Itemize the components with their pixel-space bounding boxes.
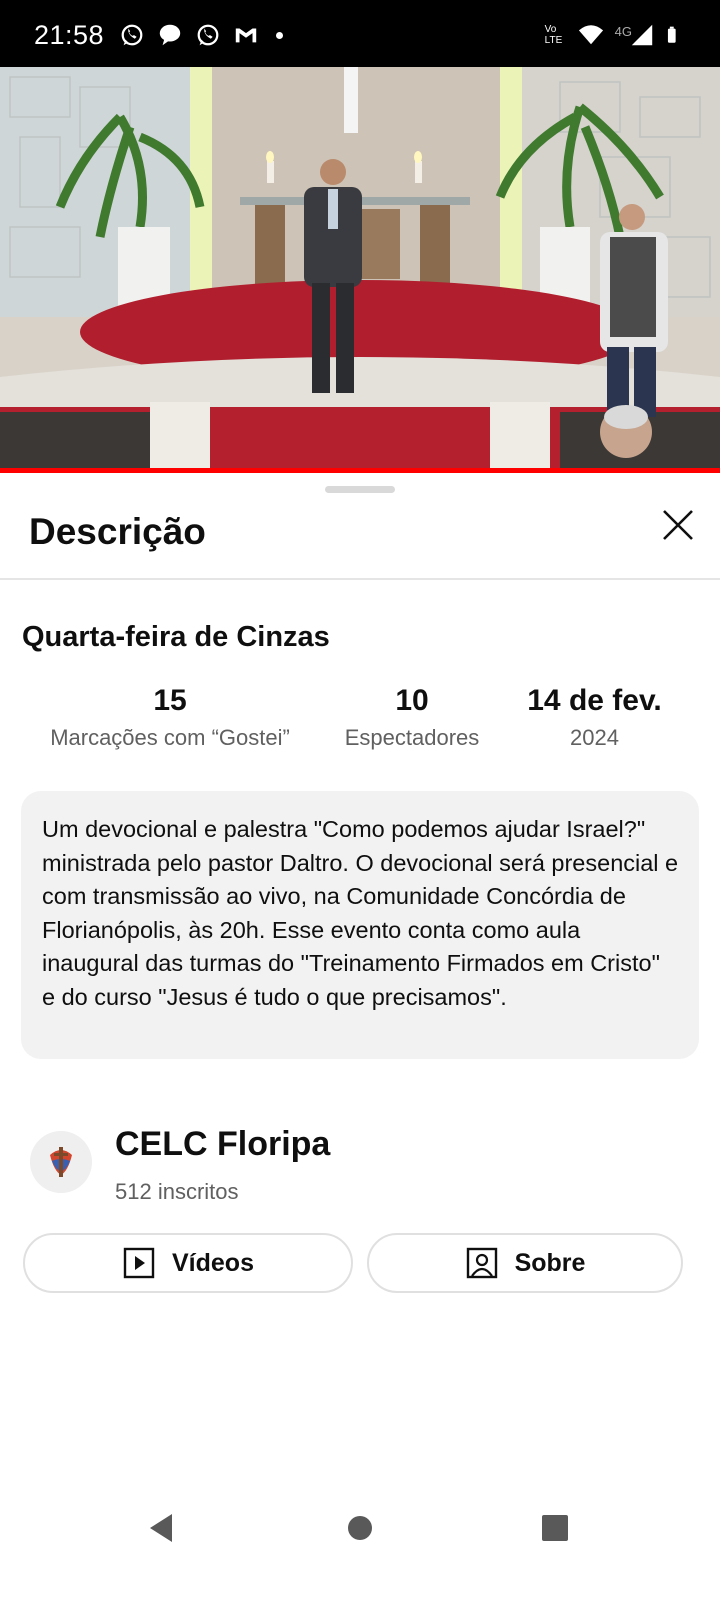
description-box: Um devocional e palestra "Como podemos a… (21, 791, 699, 1059)
likes-label: Marcações com “Gostei” (50, 725, 290, 750)
system-navigation-bar (0, 1500, 720, 1600)
channel-subscribers: 512 inscritos (115, 1179, 239, 1204)
likes-stat: 15 Marcações com “Gostei” (22, 683, 318, 751)
back-icon[interactable] (148, 1512, 178, 1544)
volte-indicator: Vo LTE (544, 24, 563, 46)
description-text: Um devocional e palestra "Como podemos a… (42, 816, 679, 1010)
videos-button[interactable]: Vídeos (23, 1233, 353, 1293)
system-icons: Vo LTE 4G (545, 22, 684, 48)
more-notifications-dot (276, 31, 283, 39)
gmail-icon (235, 28, 257, 43)
channel-logo-icon (30, 1131, 92, 1193)
publish-year: 2024 (570, 725, 619, 750)
recents-icon[interactable] (542, 1515, 568, 1541)
sheet-drag-handle[interactable] (325, 486, 395, 493)
video-frame (0, 67, 720, 468)
description-sheet: Descrição Quarta-feira de Cinzas 15 Marc… (0, 473, 720, 1600)
about-button-label: Sobre (514, 1248, 586, 1277)
battery-icon (667, 26, 676, 43)
whatsapp-icon (121, 24, 143, 46)
sheet-title: Descrição (29, 511, 206, 552)
status-bar: 21:58 Vo LTE 4G (0, 0, 720, 67)
chat-bubble-icon (159, 24, 181, 46)
status-time: 21:58 (34, 20, 105, 50)
play-video-icon (123, 1247, 155, 1279)
likes-count: 15 (153, 684, 187, 717)
wifi-icon (578, 25, 603, 45)
whatsapp-icon (197, 24, 219, 46)
person-icon (466, 1247, 497, 1279)
video-player[interactable] (0, 67, 720, 468)
channel-avatar[interactable] (30, 1131, 92, 1193)
channel-info[interactable]: CELC Floripa 512 inscritos (30, 1125, 690, 1211)
viewers-count: 10 (395, 684, 429, 717)
signal-icon (631, 24, 653, 46)
viewers-label: Espectadores (344, 725, 480, 750)
header-divider (0, 578, 720, 580)
publish-date: 14 de fev. (527, 684, 662, 717)
date-stat: 14 de fev. 2024 (512, 683, 677, 751)
video-title: Quarta-feira de Cinzas (22, 621, 330, 653)
notification-icons (118, 22, 283, 48)
home-icon[interactable] (347, 1515, 373, 1541)
channel-name[interactable]: CELC Floripa (115, 1125, 330, 1164)
viewers-stat: 10 Espectadores (322, 683, 502, 751)
about-button[interactable]: Sobre (367, 1233, 683, 1293)
video-stats: 15 Marcações com “Gostei” 10 Espectadore… (22, 683, 702, 763)
close-icon[interactable] (656, 503, 700, 547)
videos-button-label: Vídeos (172, 1248, 254, 1277)
